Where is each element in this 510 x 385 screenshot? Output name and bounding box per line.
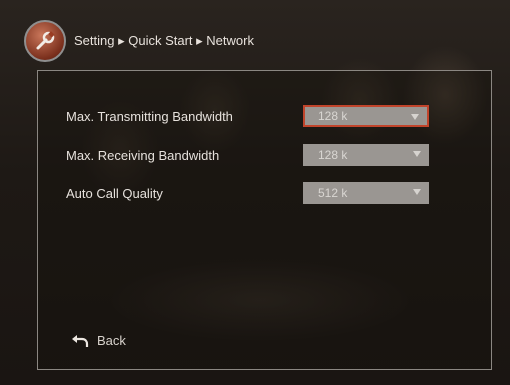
setting-row-receiving: Max. Receiving Bandwidth 128 k [66,144,429,166]
setting-label: Max. Transmitting Bandwidth [66,108,233,124]
breadcrumb: Setting ▸ Quick Start ▸ Network [74,33,254,48]
setting-row-call-quality: Auto Call Quality 512 k [66,182,429,204]
receiving-bandwidth-select[interactable]: 128 k [303,144,429,166]
chevron-down-icon [413,151,421,157]
setting-label: Max. Receiving Bandwidth [66,147,220,163]
network-settings-panel: Max. Transmitting Bandwidth 128 k Max. R… [37,70,492,370]
title-bar: Setting ▸ Quick Start ▸ Network [24,20,254,62]
select-value: 128 k [318,109,348,123]
select-value: 128 k [318,148,348,162]
setting-label: Auto Call Quality [66,185,163,201]
return-arrow-icon [72,334,89,347]
auto-call-quality-select[interactable]: 512 k [303,182,429,204]
wrench-icon [24,20,66,62]
back-label: Back [97,333,126,348]
setting-row-transmitting: Max. Transmitting Bandwidth 128 k [66,105,429,127]
chevron-down-icon [411,114,419,120]
select-value: 512 k [318,186,348,200]
chevron-down-icon [413,189,421,195]
transmitting-bandwidth-select[interactable]: 128 k [303,105,429,127]
back-button[interactable]: Back [71,333,126,348]
